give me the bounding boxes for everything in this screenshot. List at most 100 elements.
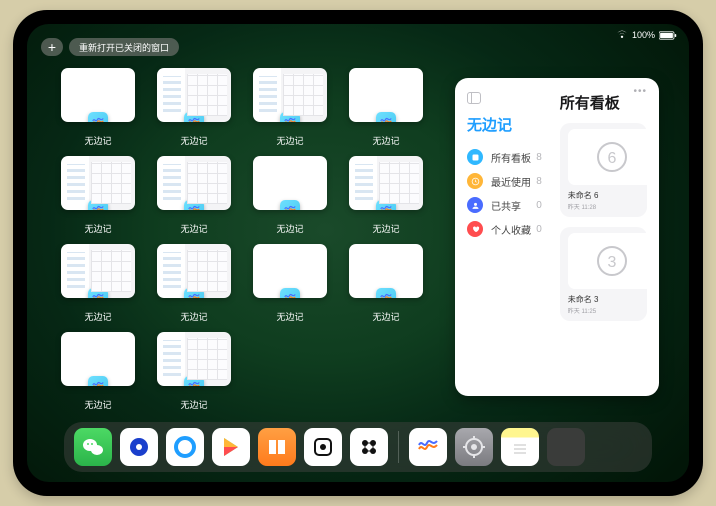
freeform-app-icon bbox=[88, 112, 108, 122]
sidebar-item-icon bbox=[467, 221, 483, 237]
sidebar-item-icon bbox=[467, 149, 483, 165]
wifi-icon bbox=[616, 30, 628, 40]
sidebar-item-count: 0 bbox=[536, 224, 542, 235]
window-label: 无边记 bbox=[84, 222, 111, 235]
dock-music-icon[interactable] bbox=[350, 428, 388, 466]
panel-boards: 所有看板 6 未命名 6 昨天 11:28 3 未命名 3 昨天 11:25 bbox=[550, 92, 647, 382]
window-thumbnail bbox=[61, 244, 135, 298]
window-label: 无边记 bbox=[84, 310, 111, 323]
freeform-app-icon bbox=[184, 200, 204, 210]
battery-icon bbox=[659, 31, 677, 40]
window-label: 无边记 bbox=[372, 222, 399, 235]
sidebar-item[interactable]: 个人收藏 0 bbox=[467, 217, 542, 241]
freeform-app-icon bbox=[88, 200, 108, 210]
board-card[interactable]: 6 未命名 6 昨天 11:28 bbox=[560, 123, 647, 217]
window-card[interactable]: 无边记 bbox=[345, 244, 427, 326]
freeform-app-icon bbox=[184, 288, 204, 298]
window-card[interactable]: 无边记 bbox=[153, 332, 235, 414]
window-label: 无边记 bbox=[180, 222, 207, 235]
svg-text:6: 6 bbox=[607, 150, 616, 167]
panel-sidebar: 无边记 所有看板 8 最近使用 8 已共享 0 个人收藏 0 bbox=[467, 92, 550, 382]
window-label: 无边记 bbox=[276, 134, 303, 147]
dock-app-blue1-icon[interactable] bbox=[120, 428, 158, 466]
window-thumbnail bbox=[157, 332, 231, 386]
dock-app-library-icon[interactable] bbox=[547, 428, 585, 466]
sidebar-item-label: 所有看板 bbox=[491, 150, 531, 165]
window-thumbnail bbox=[61, 332, 135, 386]
reopen-closed-window-button[interactable]: 重新打开已关闭的窗口 bbox=[69, 38, 179, 56]
dock bbox=[64, 422, 652, 472]
board-name: 未命名 6 bbox=[568, 190, 639, 201]
window-thumbnail bbox=[157, 68, 231, 122]
new-window-button[interactable]: + bbox=[41, 38, 63, 56]
sidebar-item[interactable]: 所有看板 8 bbox=[467, 145, 542, 169]
freeform-preview-panel[interactable]: ••• 无边记 所有看板 8 最近使用 8 已共享 0 个人收藏 0 所有看板 … bbox=[455, 78, 659, 396]
window-card[interactable]: 无边记 bbox=[57, 156, 139, 238]
sidebar-item-label: 已共享 bbox=[491, 198, 521, 213]
board-card[interactable]: 3 未命名 3 昨天 11:25 bbox=[560, 227, 647, 321]
dock-dice-icon[interactable] bbox=[304, 428, 342, 466]
dock-freeform-icon[interactable] bbox=[409, 428, 447, 466]
window-label: 无边记 bbox=[180, 398, 207, 411]
ipad-screen: 100% + 重新打开已关闭的窗口 无边记无边记无边记无边记无边记无边记无边记无… bbox=[27, 24, 689, 482]
sidebar-item-count: 8 bbox=[536, 176, 542, 187]
dock-settings-icon[interactable] bbox=[455, 428, 493, 466]
window-thumbnail bbox=[253, 244, 327, 298]
freeform-app-icon bbox=[376, 200, 396, 210]
window-label: 无边记 bbox=[180, 134, 207, 147]
window-grid: 无边记无边记无边记无边记无边记无边记无边记无边记无边记无边记无边记无边记无边记无… bbox=[57, 68, 437, 412]
window-label: 无边记 bbox=[372, 310, 399, 323]
freeform-app-icon bbox=[184, 376, 204, 386]
window-card[interactable]: 无边记 bbox=[153, 244, 235, 326]
sidebar-item-icon bbox=[467, 197, 483, 213]
window-label: 无边记 bbox=[276, 310, 303, 323]
sidebar-item[interactable]: 已共享 0 bbox=[467, 193, 542, 217]
window-card[interactable]: 无边记 bbox=[153, 156, 235, 238]
freeform-app-icon bbox=[376, 288, 396, 298]
dock-books-icon[interactable] bbox=[258, 428, 296, 466]
sidebar-toggle-icon bbox=[467, 92, 481, 104]
sidebar-item-label: 最近使用 bbox=[491, 174, 531, 189]
board-name: 未命名 3 bbox=[568, 294, 639, 305]
dock-notes-icon[interactable] bbox=[501, 428, 539, 466]
window-card[interactable]: 无边记 bbox=[57, 244, 139, 326]
panel-left-title: 无边记 bbox=[467, 114, 542, 135]
window-card[interactable]: 无边记 bbox=[345, 156, 427, 238]
window-thumbnail bbox=[349, 68, 423, 122]
battery-text: 100% bbox=[632, 30, 655, 40]
dock-play-icon[interactable] bbox=[212, 428, 250, 466]
window-thumbnail bbox=[349, 156, 423, 210]
freeform-app-icon bbox=[280, 200, 300, 210]
window-thumbnail bbox=[253, 68, 327, 122]
window-card[interactable]: 无边记 bbox=[249, 68, 331, 150]
top-controls: + 重新打开已关闭的窗口 bbox=[41, 38, 179, 56]
sidebar-item[interactable]: 最近使用 8 bbox=[467, 169, 542, 193]
window-thumbnail bbox=[349, 244, 423, 298]
sidebar-item-label: 个人收藏 bbox=[491, 222, 531, 237]
window-card[interactable]: 无边记 bbox=[249, 156, 331, 238]
window-thumbnail bbox=[61, 68, 135, 122]
dock-separator bbox=[398, 431, 399, 463]
sidebar-item-count: 8 bbox=[536, 152, 542, 163]
sidebar-item-count: 0 bbox=[536, 200, 542, 211]
sidebar-item-icon bbox=[467, 173, 483, 189]
window-card[interactable]: 无边记 bbox=[57, 332, 139, 414]
window-card[interactable]: 无边记 bbox=[249, 244, 331, 326]
window-label: 无边记 bbox=[84, 398, 111, 411]
freeform-app-icon bbox=[280, 288, 300, 298]
window-thumbnail bbox=[253, 156, 327, 210]
window-thumbnail bbox=[157, 244, 231, 298]
dock-wechat-icon[interactable] bbox=[74, 428, 112, 466]
window-card[interactable]: 无边记 bbox=[153, 68, 235, 150]
window-thumbnail bbox=[157, 156, 231, 210]
window-card[interactable]: 无边记 bbox=[57, 68, 139, 150]
freeform-app-icon bbox=[376, 112, 396, 122]
panel-more-icon: ••• bbox=[633, 86, 647, 97]
window-card[interactable]: 无边记 bbox=[345, 68, 427, 150]
freeform-app-icon bbox=[280, 112, 300, 122]
window-thumbnail bbox=[61, 156, 135, 210]
svg-text:3: 3 bbox=[607, 254, 616, 271]
window-label: 无边记 bbox=[180, 310, 207, 323]
dock-app-blue2-icon[interactable] bbox=[166, 428, 204, 466]
freeform-app-icon bbox=[184, 112, 204, 122]
